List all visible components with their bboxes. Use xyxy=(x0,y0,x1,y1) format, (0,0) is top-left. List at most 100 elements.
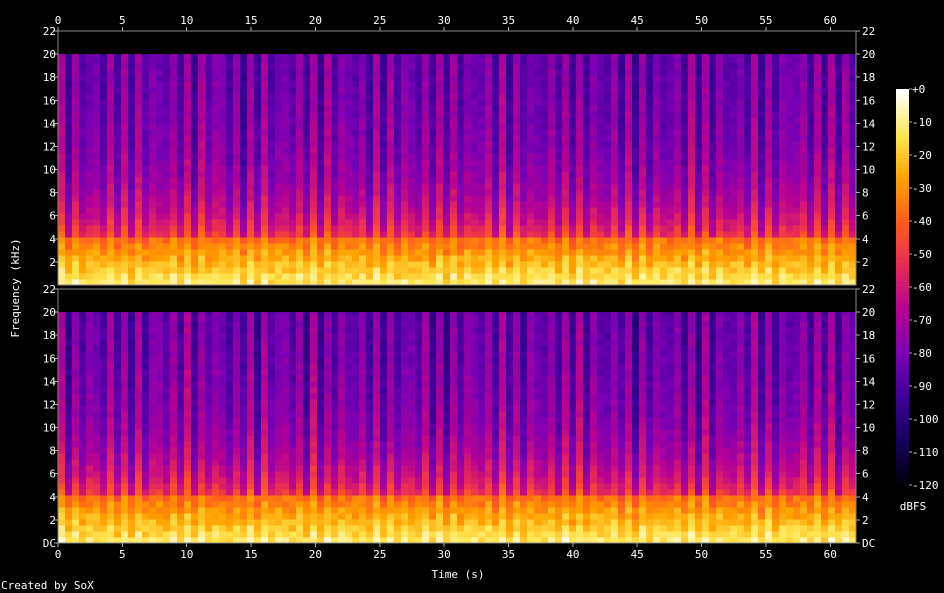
spectrogram-cell xyxy=(429,225,437,232)
spectrogram-cell xyxy=(583,147,591,154)
spectrogram-cell xyxy=(142,315,150,322)
spectrogram-cell xyxy=(758,75,766,82)
spectrogram-cell xyxy=(744,225,752,232)
spectrogram-cell xyxy=(576,189,584,196)
spectrogram-cell xyxy=(261,63,269,70)
spectrogram-cell xyxy=(149,321,157,328)
spectrogram-cell xyxy=(184,159,192,166)
spectrogram-cell xyxy=(674,243,682,250)
spectrogram-cell xyxy=(72,261,80,268)
spectrogram-cell xyxy=(65,489,73,496)
spectrogram-cell xyxy=(492,189,500,196)
spectrogram-cell xyxy=(716,63,724,70)
spectrogram-cell xyxy=(226,135,234,142)
spectrogram-cell xyxy=(576,273,584,280)
spectrogram-cell xyxy=(807,117,815,124)
spectrogram-cell xyxy=(184,93,192,100)
spectrogram-cell xyxy=(485,231,493,238)
spectrogram-cell xyxy=(387,237,395,244)
spectrogram-cell xyxy=(65,441,73,448)
spectrogram-cell xyxy=(359,183,367,190)
spectrogram-cell xyxy=(492,255,500,262)
spectrogram-cell xyxy=(93,195,101,202)
spectrogram-cell xyxy=(464,81,472,88)
spectrogram-cell xyxy=(352,129,360,136)
spectrogram-cell xyxy=(149,273,157,280)
spectrogram-cell xyxy=(247,123,255,130)
spectrogram-cell xyxy=(198,99,206,106)
spectrogram-cell xyxy=(730,159,738,166)
spectrogram-cell xyxy=(632,123,640,130)
spectrogram-cell xyxy=(849,189,856,196)
spectrogram-cell xyxy=(366,111,374,118)
spectrogram-cell xyxy=(107,441,115,448)
spectrogram-cell xyxy=(618,231,626,238)
spectrogram-cell xyxy=(569,135,577,142)
spectrogram-cell xyxy=(79,219,87,226)
spectrogram-cell xyxy=(65,57,73,64)
spectrogram-cell xyxy=(394,201,402,208)
spectrogram-cell xyxy=(415,177,423,184)
spectrogram-cell xyxy=(121,177,129,184)
spectrogram-cell xyxy=(492,105,500,112)
spectrogram-cell xyxy=(86,399,94,406)
spectrogram-cell xyxy=(527,87,535,94)
spectrogram-cell xyxy=(688,81,696,88)
spectrogram-cell xyxy=(842,213,850,220)
spectrogram-cell xyxy=(772,81,780,88)
spectrogram-cell xyxy=(471,141,479,148)
spectrogram-cell xyxy=(562,183,570,190)
spectrogram-cell xyxy=(835,183,843,190)
spectrogram-cell xyxy=(149,417,157,424)
spectrogram-cell xyxy=(149,411,157,418)
spectrogram-cell xyxy=(632,63,640,70)
spectrogram-cell xyxy=(198,135,206,142)
spectrogram-cell xyxy=(604,123,612,130)
spectrogram-cell xyxy=(555,87,563,94)
spectrogram-cell xyxy=(730,117,738,124)
spectrogram-cell xyxy=(317,237,325,244)
spectrogram-cell xyxy=(520,57,528,64)
spectrogram-cell xyxy=(65,141,73,148)
spectrogram-cell xyxy=(310,63,318,70)
spectrogram-cell xyxy=(93,423,101,430)
spectrogram-cell xyxy=(765,165,773,172)
spectrogram-cell xyxy=(527,99,535,106)
spectrogram-cell xyxy=(842,63,850,70)
spectrogram-cell xyxy=(814,195,822,202)
spectrogram-cell xyxy=(548,153,556,160)
spectrogram-cell xyxy=(303,225,311,232)
spectrogram-cell xyxy=(212,213,220,220)
spectrogram-cell xyxy=(492,111,500,118)
spectrogram-cell xyxy=(506,75,514,82)
spectrogram-cell xyxy=(331,75,339,82)
spectrogram-cell xyxy=(282,267,290,274)
spectrogram-cell xyxy=(86,405,94,412)
spectrogram-cell xyxy=(751,54,759,58)
spectrogram-cell xyxy=(58,525,66,532)
spectrogram-cell xyxy=(625,237,633,244)
spectrogram-cell xyxy=(828,141,836,148)
spectrogram-cell xyxy=(79,345,87,352)
spectrogram-cell xyxy=(443,261,451,268)
spectrogram-cell xyxy=(583,111,591,118)
spectrogram-cell xyxy=(527,219,535,226)
spectrogram-cell xyxy=(779,255,787,262)
spectrogram-cell xyxy=(282,195,290,202)
spectrogram-cell xyxy=(709,207,717,214)
spectrogram-cell xyxy=(541,195,549,202)
spectrogram-cell xyxy=(730,123,738,130)
spectrogram-cell xyxy=(240,237,248,244)
spectrogram-cell xyxy=(58,231,66,238)
spectrogram-cell xyxy=(625,213,633,220)
spectrogram-cell xyxy=(324,87,332,94)
spectrogram-cell xyxy=(233,261,241,268)
spectrogram-cell xyxy=(800,243,808,250)
spectrogram-cell xyxy=(709,117,717,124)
spectrogram-cell xyxy=(646,231,654,238)
spectrogram-cell xyxy=(688,93,696,100)
spectrogram-cell xyxy=(485,99,493,106)
spectrogram-cell xyxy=(709,219,717,226)
spectrogram-cell xyxy=(807,207,815,214)
spectrogram-cell xyxy=(401,183,409,190)
